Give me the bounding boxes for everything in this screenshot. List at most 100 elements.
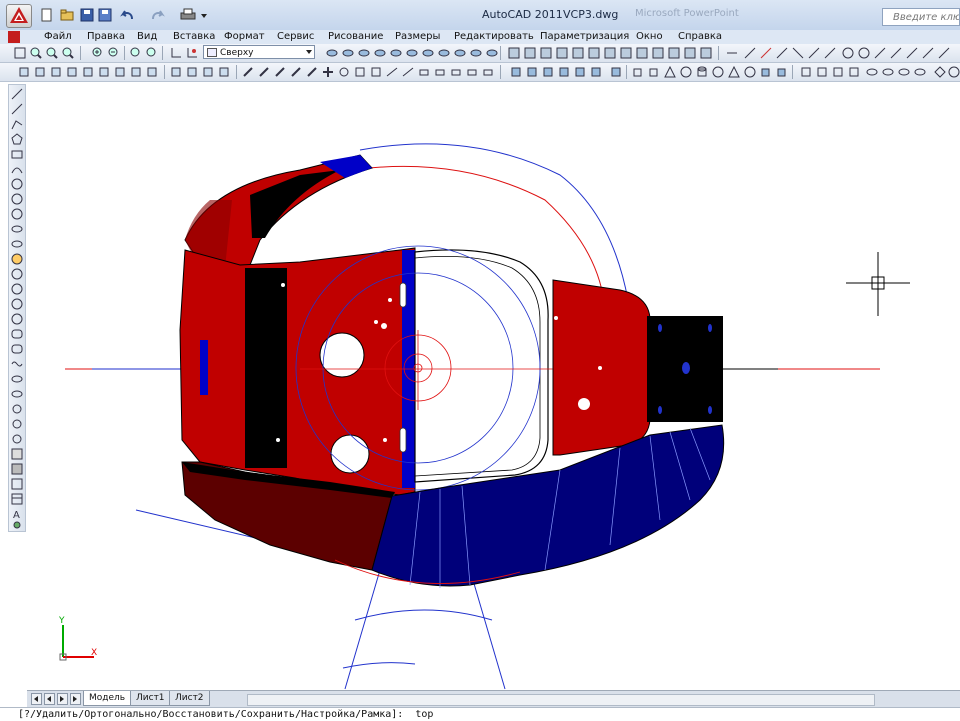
menu-modify[interactable]: Редактировать bbox=[454, 30, 534, 44]
view-icon-1[interactable] bbox=[326, 47, 338, 59]
solid-icon-5[interactable] bbox=[574, 66, 586, 78]
modify-icon-9[interactable] bbox=[146, 66, 158, 78]
explode-icon[interactable] bbox=[482, 66, 494, 78]
view-icon-9[interactable] bbox=[454, 47, 466, 59]
render-icon-5[interactable] bbox=[572, 47, 584, 59]
drawing-canvas[interactable]: Y X bbox=[27, 84, 960, 690]
multiline-text-icon[interactable]: A bbox=[11, 508, 23, 520]
spline-icon[interactable] bbox=[11, 208, 23, 220]
menu-format[interactable]: Формат bbox=[224, 30, 265, 44]
extrude-icon[interactable] bbox=[760, 66, 772, 78]
chamfer-icon[interactable] bbox=[450, 66, 462, 78]
ellipse-arc-icon[interactable] bbox=[11, 238, 23, 250]
edit-icon-4[interactable] bbox=[290, 66, 302, 78]
zoom-dynamic-icon[interactable] bbox=[46, 47, 58, 59]
menu-parametric[interactable]: Параметризация bbox=[540, 30, 629, 44]
view-icon-11[interactable] bbox=[486, 47, 498, 59]
fillet-icon[interactable] bbox=[466, 66, 478, 78]
extend-icon[interactable] bbox=[402, 66, 414, 78]
dim-angular-icon[interactable] bbox=[842, 47, 854, 59]
render-icon-1[interactable] bbox=[508, 47, 520, 59]
pan-realtime-icon[interactable] bbox=[14, 47, 26, 59]
menu-file[interactable]: Файл bbox=[44, 30, 72, 44]
render-icon-10[interactable] bbox=[652, 47, 664, 59]
dim-aligned-icon[interactable] bbox=[744, 47, 756, 59]
view-icon-2[interactable] bbox=[342, 47, 354, 59]
modify-icon-6[interactable] bbox=[98, 66, 110, 78]
render-icon-13[interactable] bbox=[700, 47, 712, 59]
tab-model[interactable]: Модель bbox=[83, 691, 132, 706]
boundary-icon[interactable] bbox=[11, 433, 23, 445]
render-icon-8[interactable] bbox=[620, 47, 632, 59]
view-icon-5[interactable] bbox=[390, 47, 402, 59]
tab-next-icon[interactable] bbox=[57, 693, 68, 705]
arc-icon[interactable] bbox=[11, 163, 23, 175]
modify-icon-4[interactable] bbox=[66, 66, 78, 78]
menu-draw[interactable]: Рисование bbox=[328, 30, 383, 44]
trim-icon[interactable] bbox=[386, 66, 398, 78]
tab-first-icon[interactable] bbox=[31, 693, 42, 705]
edit-icon-2[interactable] bbox=[258, 66, 270, 78]
horizontal-scrollbar[interactable] bbox=[247, 694, 875, 706]
dim-radius-icon[interactable] bbox=[792, 47, 804, 59]
dim-baseline-icon[interactable] bbox=[874, 47, 886, 59]
dim-tolerance-icon[interactable] bbox=[938, 47, 950, 59]
tab-prev-icon[interactable] bbox=[44, 693, 55, 705]
save-as-icon[interactable] bbox=[98, 8, 114, 22]
edit-icon-5[interactable] bbox=[306, 66, 318, 78]
polygon-icon[interactable] bbox=[11, 133, 23, 145]
move-icon[interactable] bbox=[322, 66, 334, 78]
hatch-icon[interactable] bbox=[11, 298, 23, 310]
dim-ordinate-icon[interactable] bbox=[776, 47, 788, 59]
menu-dimensions[interactable]: Размеры bbox=[395, 30, 440, 44]
region-draw-icon[interactable] bbox=[11, 478, 23, 490]
polyline-icon[interactable] bbox=[11, 118, 23, 130]
zoom-in-icon[interactable] bbox=[92, 47, 104, 59]
torus-draw-icon[interactable] bbox=[11, 388, 23, 400]
solid-edit-icon-6[interactable] bbox=[882, 66, 894, 78]
modify-icon-2[interactable] bbox=[34, 66, 46, 78]
break-icon[interactable] bbox=[418, 66, 430, 78]
solid-edit-icon-1[interactable] bbox=[800, 66, 812, 78]
menu-help[interactable]: Справка bbox=[678, 30, 722, 44]
save-icon[interactable] bbox=[80, 8, 96, 22]
menu-window[interactable]: Окно bbox=[636, 30, 663, 44]
menu-app-icon[interactable] bbox=[8, 31, 20, 43]
circle-icon[interactable] bbox=[11, 178, 23, 190]
wipeout-icon[interactable] bbox=[11, 418, 23, 430]
scale-icon[interactable] bbox=[354, 66, 366, 78]
hatch-pattern-icon[interactable] bbox=[11, 448, 23, 460]
point-icon[interactable] bbox=[11, 283, 23, 295]
command-line[interactable]: [?/Удалить/Ортогонально/Восстановить/Сох… bbox=[0, 707, 960, 720]
revision-cloud-icon[interactable] bbox=[11, 193, 23, 205]
zoom-out-icon[interactable] bbox=[108, 47, 120, 59]
new-file-icon[interactable] bbox=[40, 8, 56, 22]
primitive-polysolid-icon[interactable] bbox=[744, 66, 756, 78]
primitive-cylinder-icon[interactable] bbox=[696, 66, 708, 78]
redo-icon[interactable] bbox=[150, 8, 166, 22]
view-icon-6[interactable] bbox=[406, 47, 418, 59]
quick-access-dropdown-icon[interactable] bbox=[200, 8, 208, 22]
solid-edit-icon-4[interactable] bbox=[848, 66, 860, 78]
render-icon-3[interactable] bbox=[540, 47, 552, 59]
ucs-previous-icon[interactable] bbox=[186, 47, 198, 59]
modify-icon-3[interactable] bbox=[50, 66, 62, 78]
modify-icon-11[interactable] bbox=[186, 66, 198, 78]
join-icon[interactable] bbox=[434, 66, 446, 78]
primitive-pyramid-icon[interactable] bbox=[728, 66, 740, 78]
modify-icon-7[interactable] bbox=[114, 66, 126, 78]
view-icon-3[interactable] bbox=[358, 47, 370, 59]
zoom-window-icon[interactable] bbox=[30, 47, 42, 59]
view-dropdown[interactable]: Сверху bbox=[203, 45, 315, 59]
primitive-wedge-icon[interactable] bbox=[648, 66, 660, 78]
modify-icon-5[interactable] bbox=[82, 66, 94, 78]
modify-icon-1[interactable] bbox=[18, 66, 30, 78]
modify-icon-10[interactable] bbox=[170, 66, 182, 78]
render-icon-9[interactable] bbox=[636, 47, 648, 59]
dim-break-icon[interactable] bbox=[922, 47, 934, 59]
menu-edit[interactable]: Правка bbox=[87, 30, 125, 44]
dim-continue-icon[interactable] bbox=[890, 47, 902, 59]
render-icon-12[interactable] bbox=[684, 47, 696, 59]
solid-icon-3[interactable] bbox=[542, 66, 554, 78]
render-icon-2[interactable] bbox=[524, 47, 536, 59]
